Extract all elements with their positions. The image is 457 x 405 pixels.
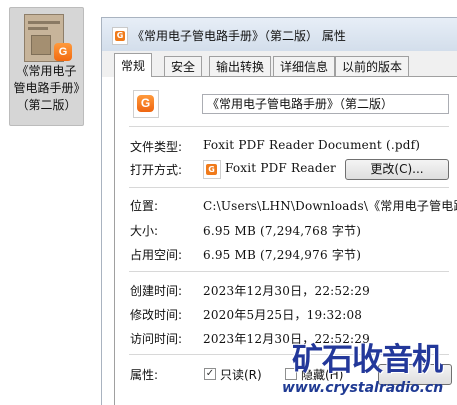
tab-previous-versions[interactable]: 以前的版本 bbox=[335, 56, 410, 76]
foxit-app-icon: G bbox=[203, 160, 221, 179]
divider bbox=[129, 271, 449, 272]
file-type-value: Foxit PDF Reader Document (.pdf) bbox=[203, 138, 421, 152]
readonly-label[interactable]: 只读(R) bbox=[220, 366, 262, 383]
open-with-label: 打开方式: bbox=[130, 163, 183, 177]
hidden-checkbox[interactable] bbox=[285, 368, 297, 380]
divider bbox=[129, 354, 449, 355]
tab-divider bbox=[114, 76, 457, 77]
tab-security[interactable]: 安全 bbox=[164, 56, 203, 76]
location-value: C:\Users\LHN\Downloads\《常用电子管电路手 bbox=[203, 199, 457, 213]
readonly-checkbox[interactable]: ✓ bbox=[204, 368, 216, 380]
divider bbox=[129, 126, 449, 127]
desktop-file-name: 《常用电子管电路手册》（第二版） bbox=[13, 64, 80, 112]
advanced-button[interactable] bbox=[378, 364, 452, 385]
dialog-title: 《常用电子管电路手册》（第二版） 属性 bbox=[132, 29, 346, 43]
size-value: 6.95 MB (7,294,768 字节) bbox=[203, 224, 362, 238]
properties-dialog: G 《常用电子管电路手册》（第二版） 属性 常规 安全 输出转换 详细信息 以前… bbox=[101, 17, 457, 405]
created-label: 创建时间: bbox=[130, 284, 183, 298]
divider bbox=[129, 187, 449, 188]
attributes-label: 属性: bbox=[130, 368, 159, 382]
change-button[interactable]: 更改(C)... bbox=[345, 159, 449, 180]
disk-size-value: 6.95 MB (7,294,976 字节) bbox=[203, 248, 362, 262]
file-name-field[interactable]: 《常用电子管电路手册》（第二版） bbox=[202, 94, 449, 114]
accessed-label: 访问时间: bbox=[130, 332, 183, 346]
foxit-badge-icon: G bbox=[54, 43, 72, 61]
tab-details[interactable]: 详细信息 bbox=[273, 56, 336, 76]
location-label: 位置: bbox=[130, 199, 159, 213]
hidden-label[interactable]: 隐藏(H) bbox=[301, 366, 343, 383]
created-value: 2023年12月30日，22:52:29 bbox=[203, 284, 370, 298]
open-with-value: Foxit PDF Reader bbox=[225, 161, 336, 175]
tab-output-conversion[interactable]: 输出转换 bbox=[209, 56, 272, 76]
size-label: 大小: bbox=[130, 224, 159, 238]
tab-general[interactable]: 常规 bbox=[114, 53, 153, 77]
file-type-label: 文件类型: bbox=[130, 140, 183, 154]
modified-value: 2020年5月25日，19:32:08 bbox=[203, 308, 363, 322]
foxit-pdf-icon: G bbox=[133, 90, 159, 118]
desktop-file-item[interactable]: G 《常用电子管电路手册》（第二版） bbox=[9, 7, 84, 126]
foxit-pdf-icon: G bbox=[112, 27, 128, 45]
accessed-value: 2023年12月30日，22:52:29 bbox=[203, 332, 370, 346]
dialog-titlebar[interactable]: G 《常用电子管电路手册》（第二版） 属性 bbox=[102, 18, 457, 51]
modified-label: 修改时间: bbox=[130, 308, 183, 322]
disk-size-label: 占用空间: bbox=[130, 248, 183, 262]
